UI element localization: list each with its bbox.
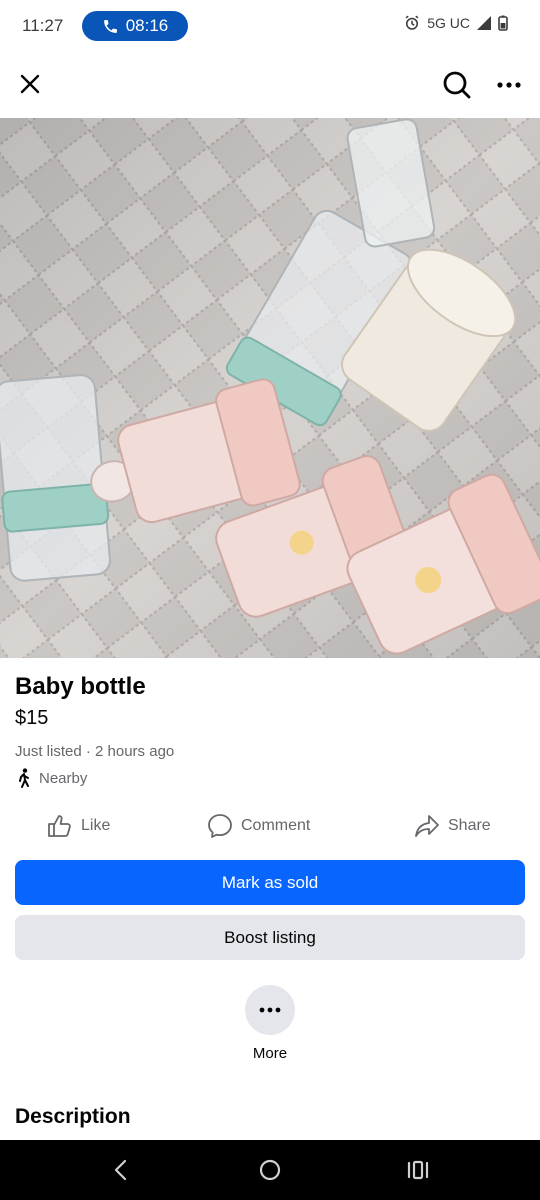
action-row: Like Comment Share	[0, 808, 540, 844]
status-bar: 11:27 08:16 5G UC	[0, 0, 540, 52]
system-navigation-bar	[0, 1140, 540, 1200]
status-time: 11:27	[22, 16, 64, 35]
listed-time: Just listed · 2 hours ago	[15, 743, 175, 760]
location-label: Nearby	[39, 769, 88, 787]
thumbs-up-icon	[48, 815, 71, 837]
close-icon	[20, 74, 40, 94]
more-horizontal-icon	[259, 1007, 281, 1013]
location-row: Nearby	[15, 768, 87, 788]
signal-icon	[477, 16, 491, 30]
more-button[interactable]	[245, 985, 295, 1035]
battery-icon	[498, 15, 508, 31]
nav-back-button[interactable]	[103, 1154, 139, 1186]
description-heading: Description	[15, 1105, 131, 1128]
like-label: Like	[81, 817, 111, 834]
more-options-button[interactable]	[492, 70, 526, 100]
search-button[interactable]	[440, 68, 474, 102]
listing-title: Baby bottle	[15, 673, 146, 700]
call-duration: 08:16	[125, 16, 169, 35]
share-label: Share	[448, 817, 491, 834]
mark-as-sold-button[interactable]: Mark as sold	[15, 860, 525, 905]
phone-icon	[103, 19, 117, 33]
walking-person-icon	[19, 768, 29, 788]
boost-listing-button[interactable]: Boost listing	[15, 915, 525, 960]
recents-icon	[407, 1160, 429, 1180]
top-bar	[0, 58, 540, 114]
network-label: 5G UC	[427, 15, 470, 31]
ongoing-call-pill[interactable]: 08:16	[82, 11, 188, 41]
like-button[interactable]: Like	[47, 808, 110, 844]
listing-photo-image	[0, 118, 540, 658]
listing-price: $15	[15, 707, 49, 729]
alarm-icon	[405, 15, 419, 30]
more-label: More	[252, 1045, 288, 1062]
listing-photo[interactable]	[0, 118, 540, 658]
share-icon	[415, 815, 439, 837]
comment-label: Comment	[241, 817, 311, 834]
home-circle-icon	[259, 1159, 281, 1181]
nav-home-button[interactable]	[252, 1154, 288, 1186]
close-button[interactable]	[14, 68, 46, 100]
share-button[interactable]: Share	[414, 808, 491, 844]
search-icon	[443, 71, 471, 99]
back-chevron-icon	[114, 1159, 127, 1181]
more-horizontal-icon	[497, 82, 521, 88]
comment-button[interactable]: Comment	[207, 808, 310, 844]
comment-icon	[208, 814, 232, 838]
status-icons: 5G UC	[403, 14, 508, 32]
nav-recents-button[interactable]	[400, 1154, 436, 1186]
